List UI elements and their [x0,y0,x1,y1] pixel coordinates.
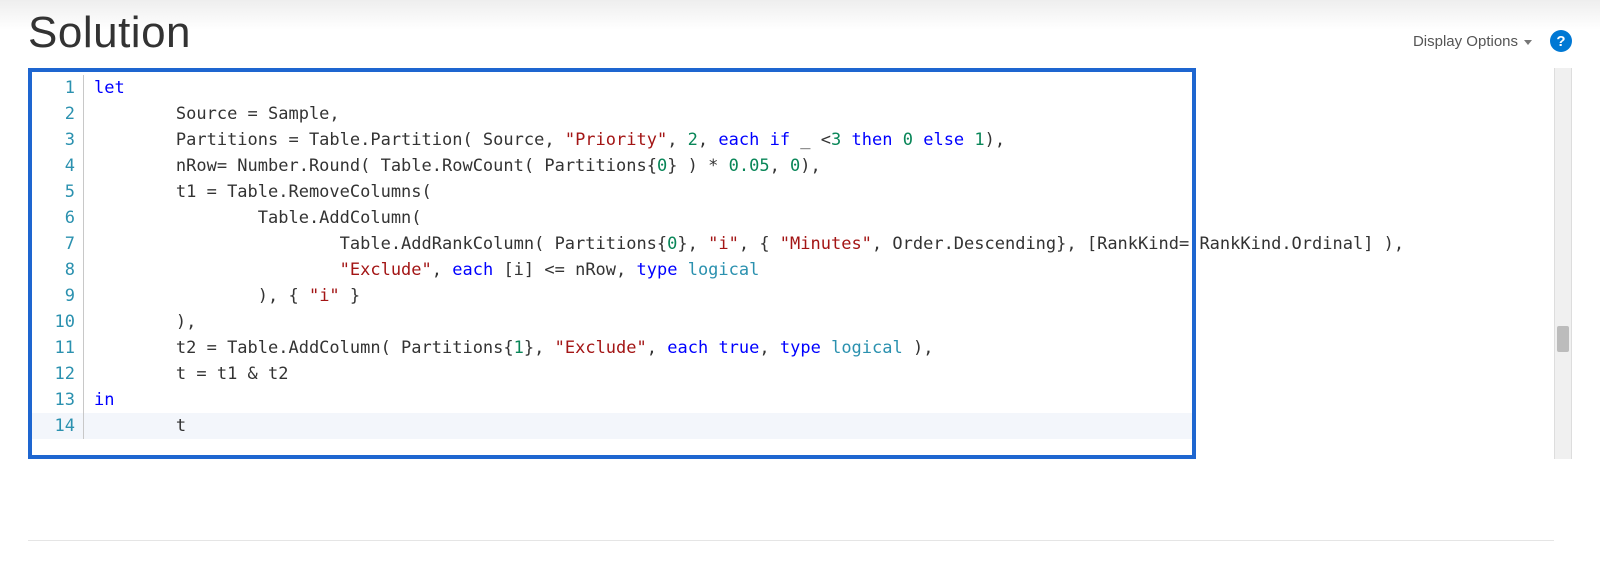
code-line[interactable]: 11 t2 = Table.AddColumn( Partitions{1}, … [32,335,1192,361]
code-line[interactable]: 3 Partitions = Table.Partition( Source, … [32,127,1192,153]
code-content: t2 = Table.AddColumn( Partitions{1}, "Ex… [84,335,933,361]
line-number: 11 [32,335,84,361]
code-line[interactable]: 2 Source = Sample, [32,101,1192,127]
code-line[interactable]: 5 t1 = Table.RemoveColumns( [32,179,1192,205]
code-line[interactable]: 14 t [32,413,1192,439]
line-number: 12 [32,361,84,387]
line-number: 6 [32,205,84,231]
code-line[interactable]: 6 Table.AddColumn( [32,205,1192,231]
line-number: 14 [32,413,84,439]
panel-divider [28,540,1554,541]
code-line[interactable]: 8 "Exclude", each [i] <= nRow, type logi… [32,257,1192,283]
code-content: t [84,413,186,439]
code-line[interactable]: 7 Table.AddRankColumn( Partitions{0}, "i… [32,231,1192,257]
line-number: 13 [32,387,84,413]
code-content: nRow= Number.Round( Table.RowCount( Part… [84,153,821,179]
scrollbar-thumb[interactable] [1557,326,1569,352]
help-button[interactable]: ? [1550,30,1572,52]
line-number: 2 [32,101,84,127]
code-content: "Exclude", each [i] <= nRow, type logica… [84,257,759,283]
code-content: let [84,75,125,101]
code-content: in [84,387,114,413]
chevron-down-icon [1524,40,1532,45]
line-number: 1 [32,75,84,101]
line-number: 10 [32,309,84,335]
display-options-dropdown[interactable]: Display Options [1413,33,1532,50]
code-content: ), { "i" } [84,283,360,309]
code-line[interactable]: 4 nRow= Number.Round( Table.RowCount( Pa… [32,153,1192,179]
vertical-scrollbar[interactable] [1554,68,1572,459]
help-icon: ? [1556,33,1565,50]
code-content: Partitions = Table.Partition( Source, "P… [84,127,1005,153]
display-options-label: Display Options [1413,33,1518,50]
code-content: Source = Sample, [84,101,340,127]
code-line[interactable]: 10 ), [32,309,1192,335]
line-number: 8 [32,257,84,283]
line-number: 9 [32,283,84,309]
code-content: t = t1 & t2 [84,361,288,387]
code-line[interactable]: 1let [32,75,1192,101]
code-line[interactable]: 12 t = t1 & t2 [32,361,1192,387]
code-content: t1 = Table.RemoveColumns( [84,179,432,205]
line-number: 7 [32,231,84,257]
code-line[interactable]: 13in [32,387,1192,413]
code-content: Table.AddColumn( [84,205,422,231]
code-editor[interactable]: 1let2 Source = Sample,3 Partitions = Tab… [28,68,1196,459]
page-title: Solution [28,8,191,58]
code-content: ), [84,309,196,335]
line-number: 3 [32,127,84,153]
line-number: 5 [32,179,84,205]
code-line[interactable]: 9 ), { "i" } [32,283,1192,309]
line-number: 4 [32,153,84,179]
